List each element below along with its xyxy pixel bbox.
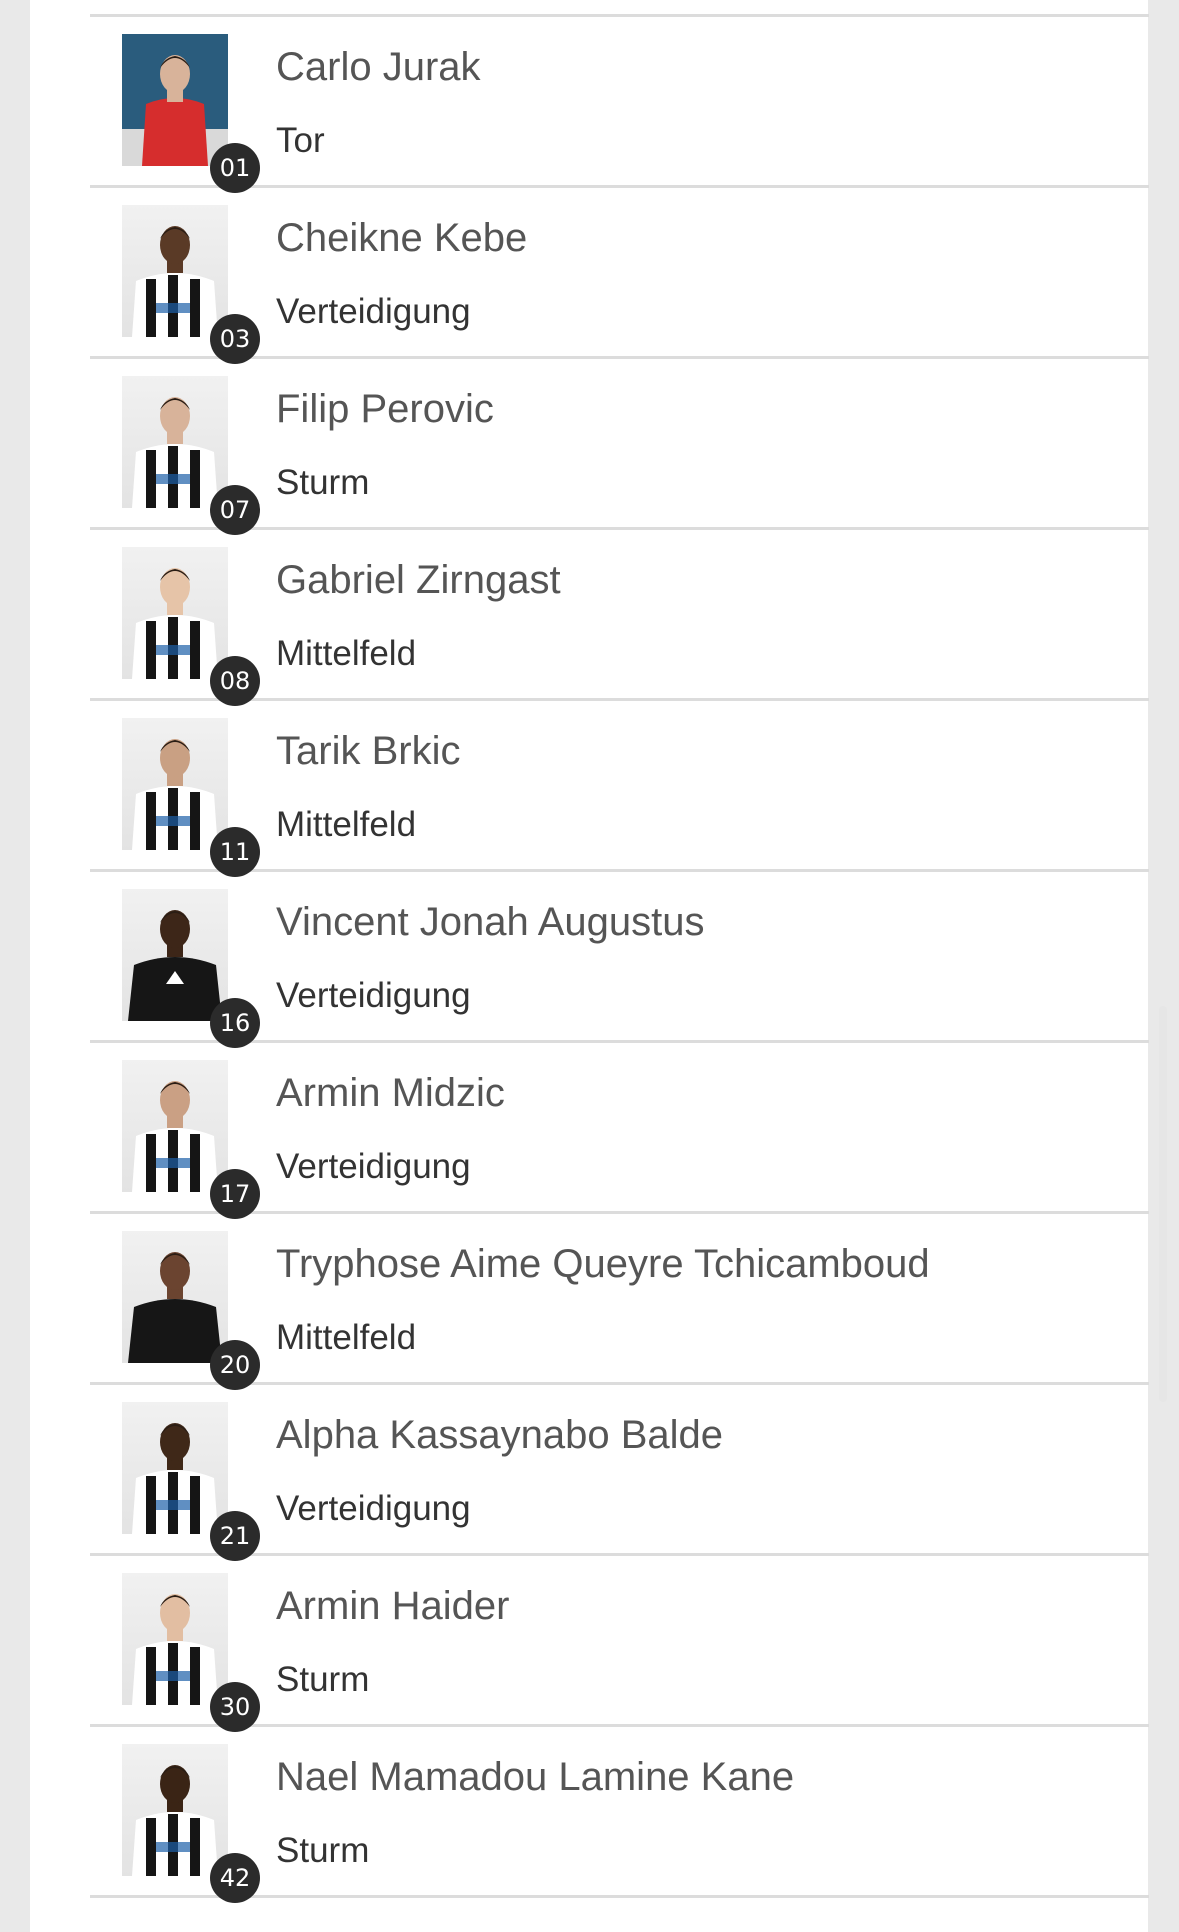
list-item[interactable]: 30 Armin Haider Sturm	[90, 1556, 1149, 1732]
player-name[interactable]: Armin Haider	[276, 1581, 509, 1631]
player-photo[interactable]	[122, 205, 228, 337]
player-photo-container	[122, 205, 228, 337]
player-name[interactable]: Filip Perovic	[276, 384, 494, 434]
player-name[interactable]: Carlo Jurak	[276, 42, 481, 92]
jersey-number-badge: 08	[210, 656, 260, 706]
player-silhouette	[132, 739, 218, 850]
player-silhouette	[132, 226, 218, 337]
player-photo-container	[122, 34, 228, 166]
player-position: Sturm	[276, 1831, 370, 1870]
jersey-number-badge: 21	[210, 1511, 260, 1561]
player-photo[interactable]	[122, 889, 228, 1021]
player-silhouette	[132, 1081, 218, 1192]
player-photo[interactable]	[122, 547, 228, 679]
player-silhouette	[128, 910, 222, 1021]
player-photo[interactable]	[122, 1744, 228, 1876]
player-position: Mittelfeld	[276, 805, 417, 844]
player-position: Mittelfeld	[276, 634, 417, 673]
list-item[interactable]: 03 Cheikne Kebe Verteidigung	[90, 188, 1149, 364]
player-silhouette	[132, 568, 218, 679]
player-name[interactable]: Armin Midzic	[276, 1068, 505, 1118]
jersey-number-badge: 17	[210, 1169, 260, 1219]
roster-page: 01 Carlo Jurak Tor 03 Cheikne Kebe Verte…	[30, 0, 1149, 1932]
jersey-number-badge: 20	[210, 1340, 260, 1390]
player-silhouette	[132, 1423, 218, 1534]
player-position: Verteidigung	[276, 976, 471, 1015]
player-photo-container	[122, 718, 228, 850]
player-name[interactable]: Gabriel Zirngast	[276, 555, 561, 605]
player-position: Sturm	[276, 1660, 370, 1699]
jersey-number-badge: 16	[210, 998, 260, 1048]
player-photo[interactable]	[122, 34, 228, 166]
player-photo[interactable]	[122, 1231, 228, 1363]
player-position: Verteidigung	[276, 1147, 471, 1186]
player-photo[interactable]	[122, 718, 228, 850]
player-name[interactable]: Vincent Jonah Augustus	[276, 897, 704, 947]
player-silhouette	[122, 34, 228, 166]
player-name[interactable]: Tryphose Aime Queyre Tchicamboud	[276, 1239, 930, 1289]
player-photo-container	[122, 547, 228, 679]
player-photo[interactable]	[122, 1060, 228, 1192]
player-position: Tor	[276, 121, 325, 160]
player-photo-container	[122, 1231, 228, 1363]
jersey-number-badge: 01	[210, 143, 260, 193]
jersey-number-badge: 07	[210, 485, 260, 535]
list-item[interactable]: 11 Tarik Brkic Mittelfeld	[90, 701, 1149, 877]
list-item[interactable]: 21 Alpha Kassaynabo Balde Verteidigung	[90, 1385, 1149, 1561]
player-photo-container	[122, 889, 228, 1021]
list-item[interactable]: 07 Filip Perovic Sturm	[90, 359, 1149, 535]
player-silhouette	[132, 1594, 218, 1705]
list-item[interactable]: 08 Gabriel Zirngast Mittelfeld	[90, 530, 1149, 706]
player-position: Verteidigung	[276, 1489, 471, 1528]
player-photo-container	[122, 1060, 228, 1192]
jersey-number-badge: 42	[210, 1853, 260, 1903]
player-photo-container	[122, 376, 228, 508]
player-list: 01 Carlo Jurak Tor 03 Cheikne Kebe Verte…	[90, 14, 1149, 1903]
player-silhouette	[128, 1252, 222, 1363]
player-name[interactable]: Alpha Kassaynabo Balde	[276, 1410, 723, 1460]
player-position: Sturm	[276, 463, 370, 502]
list-item[interactable]: 20 Tryphose Aime Queyre Tchicamboud Mitt…	[90, 1214, 1149, 1390]
player-name[interactable]: Nael Mamadou Lamine Kane	[276, 1752, 794, 1802]
player-position: Mittelfeld	[276, 1318, 417, 1357]
player-name[interactable]: Tarik Brkic	[276, 726, 460, 776]
vertical-scrollbar[interactable]	[1159, 1006, 1167, 1402]
jersey-number-badge: 30	[210, 1682, 260, 1732]
player-photo[interactable]	[122, 1402, 228, 1534]
list-item[interactable]: 17 Armin Midzic Verteidigung	[90, 1043, 1149, 1219]
player-photo-container	[122, 1744, 228, 1876]
player-silhouette	[132, 1765, 218, 1876]
player-photo-container	[122, 1402, 228, 1534]
player-photo-container	[122, 1573, 228, 1705]
player-photo[interactable]	[122, 376, 228, 508]
player-photo[interactable]	[122, 1573, 228, 1705]
player-name[interactable]: Cheikne Kebe	[276, 213, 527, 263]
list-item[interactable]: 01 Carlo Jurak Tor	[90, 17, 1149, 193]
jersey-number-badge: 03	[210, 314, 260, 364]
player-position: Verteidigung	[276, 292, 471, 331]
list-item[interactable]: 42 Nael Mamadou Lamine Kane Sturm	[90, 1727, 1149, 1903]
player-silhouette	[132, 397, 218, 508]
jersey-number-badge: 11	[210, 827, 260, 877]
list-item[interactable]: 16 Vincent Jonah Augustus Verteidigung	[90, 872, 1149, 1048]
